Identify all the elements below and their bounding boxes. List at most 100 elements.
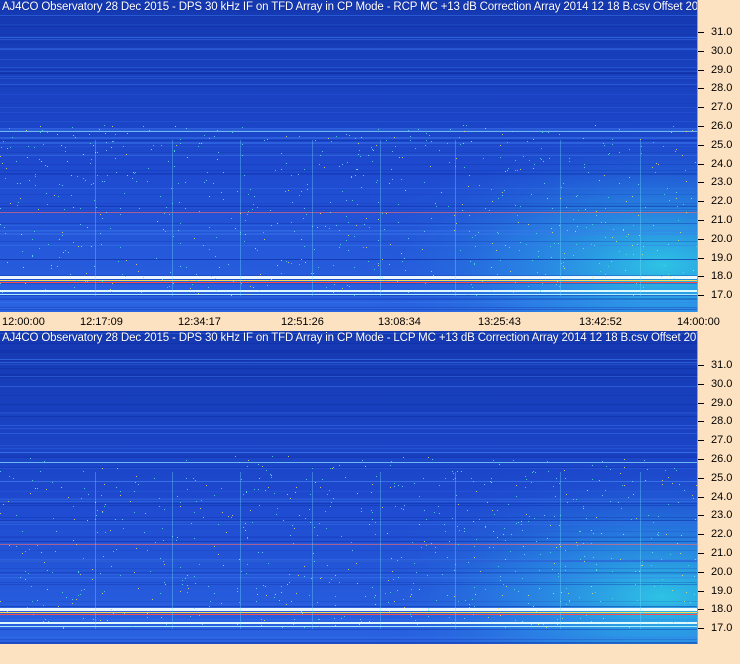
spectrogram-mark — [596, 564, 597, 565]
spectrogram-mark — [0, 34, 697, 35]
spectrogram-mark — [386, 213, 387, 214]
spectrogram-mark — [381, 290, 382, 291]
spectrogram-mark — [519, 622, 520, 623]
spectrogram-mark — [0, 72, 697, 73]
spectrogram-mark — [196, 274, 197, 275]
spectrogram-mark — [135, 172, 136, 173]
spectrogram-mark — [563, 266, 564, 267]
spectrogram-mark — [475, 594, 476, 595]
spectrogram-mark — [253, 287, 254, 288]
spectrogram-mark — [340, 244, 341, 245]
spectrogram-mark — [497, 537, 498, 538]
spectrogram-mark — [299, 515, 300, 516]
spectrogram-mark — [472, 237, 473, 238]
spectrogram-mark — [623, 534, 624, 535]
frequency-tick-label: 19.0 — [697, 584, 733, 597]
spectrogram-mark — [101, 244, 102, 245]
frequency-tick-label: 25.0 — [697, 471, 733, 484]
spectrogram-mark — [92, 569, 93, 570]
spectrogram-mark — [320, 487, 321, 488]
spectrogram-mark — [591, 543, 592, 544]
spectrogram-mark — [263, 585, 264, 586]
spectrogram-mark — [270, 474, 271, 475]
spectrogram-mark — [281, 153, 282, 154]
spectrogram-mark — [182, 580, 183, 581]
frequency-tick-label: 27.0 — [697, 434, 733, 447]
spectrogram-mark — [329, 228, 330, 229]
spectrogram-mark — [388, 580, 389, 581]
spectrogram-mark — [577, 195, 578, 196]
spectrogram-mark — [674, 468, 675, 469]
spectrogram-mark — [675, 151, 676, 152]
spectrogram-mark — [0, 374, 697, 375]
spectrogram-mark — [232, 132, 233, 133]
spectrogram-mark — [394, 601, 395, 602]
spectrogram-mark — [176, 145, 177, 146]
spectrogram-mark — [541, 148, 542, 149]
spectrogram-mark — [544, 183, 545, 184]
spectrogram-mark — [648, 515, 649, 516]
spectrogram-mark — [2, 292, 3, 293]
spectrogram-mark — [642, 612, 643, 613]
time-tick-label: 13:42:52 — [579, 316, 622, 328]
spectrogram-mark — [96, 207, 97, 208]
spectrogram-mark — [405, 190, 406, 191]
spectrogram-mark — [612, 237, 613, 238]
spectrogram-mark — [554, 243, 555, 244]
spectrogram-mark — [515, 571, 516, 572]
spectrogram-mark — [253, 204, 254, 205]
spectrogram-mark — [380, 140, 381, 296]
spectrogram-mark — [241, 479, 242, 480]
spectrogram-mark — [281, 273, 282, 274]
spectrogram-mark — [616, 241, 617, 242]
spectrogram-mark — [554, 563, 555, 564]
spectrogram-mark — [335, 625, 336, 626]
spectrogram-mark — [528, 286, 529, 287]
spectrogram-mark — [608, 154, 609, 155]
spectrogram-mark — [609, 153, 610, 154]
spectrogram-mark — [172, 140, 173, 296]
spectrogram-mark — [431, 543, 432, 544]
spectrogram-mark — [0, 395, 697, 396]
spectrogram-mark — [499, 464, 500, 465]
spectrogram-mark — [0, 606, 697, 607]
spectrogram-mark — [416, 572, 417, 573]
spectrogram-mark — [339, 582, 340, 583]
spectrogram-mark — [482, 281, 483, 282]
spectrogram-mark — [196, 280, 197, 281]
spectrogram-mark — [102, 468, 103, 469]
spectrogram-mark — [594, 245, 595, 246]
spectrogram-mark — [533, 168, 534, 169]
spectrogram-mark — [312, 226, 313, 227]
spectrogram-mark — [565, 550, 566, 551]
spectrogram-mark — [431, 218, 432, 219]
spectrogram-mark — [71, 195, 72, 196]
spectrogram-mark — [73, 540, 74, 541]
spectrogram-mark — [0, 208, 1, 209]
spectrogram-mark — [564, 470, 565, 471]
spectrogram-mark — [226, 532, 227, 533]
spectrogram-mark — [32, 480, 33, 481]
spectrogram-mark — [387, 533, 388, 534]
spectrogram-mark — [496, 250, 497, 251]
spectrogram-mark — [498, 608, 499, 609]
spectrogram-mark — [313, 273, 314, 274]
spectrogram-mark — [584, 164, 585, 165]
spectrogram-mark — [208, 586, 209, 587]
spectrogram-mark — [93, 183, 94, 184]
spectrogram-mark — [7, 148, 8, 149]
spectrogram-mark — [551, 257, 552, 258]
spectrogram-mark — [72, 603, 73, 604]
spectrogram-mark — [298, 575, 299, 576]
spectrogram-mark — [74, 519, 75, 520]
spectrogram-mark — [522, 530, 523, 531]
spectrogram-mark — [20, 198, 21, 199]
spectrogram-mark — [436, 206, 437, 207]
bottom-strip — [0, 644, 740, 664]
spectrogram-mark — [0, 206, 697, 207]
spectrogram-mark — [65, 147, 66, 148]
spectrogram-mark — [221, 192, 222, 193]
spectrogram-mark — [102, 280, 103, 281]
spectrogram-mark — [32, 256, 33, 257]
spectrogram-mark — [218, 554, 219, 555]
